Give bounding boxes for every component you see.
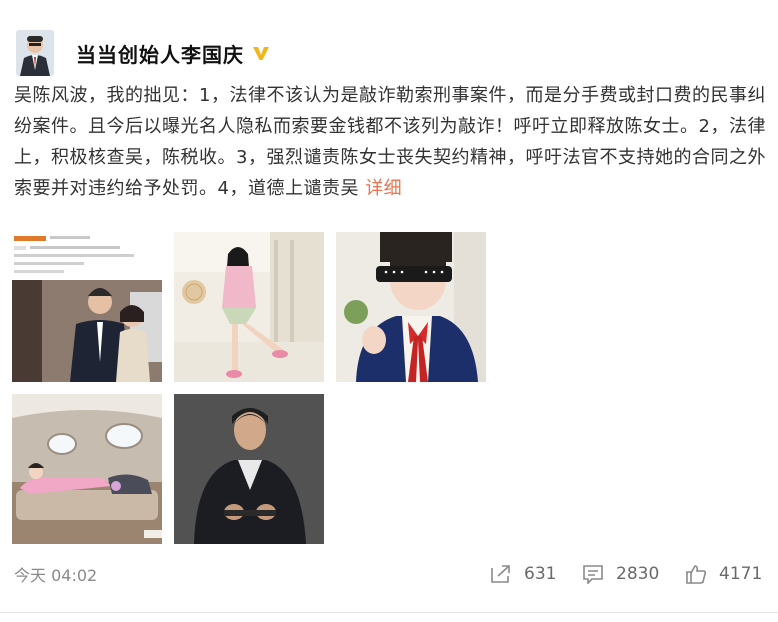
post-footer: 今天 04:02 631 2830 4171 <box>0 558 778 598</box>
post-text: 吴陈风波，我的拙见：1，法律不该认为是敲诈勒索刑事案件，而是分手费或封口费的民事… <box>14 80 769 204</box>
author-avatar[interactable] <box>16 30 54 76</box>
image-screenshot-couple[interactable] <box>12 232 162 382</box>
comment-button[interactable]: 2830 <box>582 564 659 584</box>
forward-count: 631 <box>524 564 557 584</box>
more-link[interactable]: 详细 <box>365 178 402 199</box>
image-jet-interior[interactable] <box>12 394 162 544</box>
forward-button[interactable]: 631 <box>490 564 556 584</box>
like-button[interactable]: 4171 <box>685 564 762 584</box>
post-timestamp[interactable]: 今天 04:02 <box>14 562 97 586</box>
thumbs-up-icon <box>686 565 707 584</box>
like-count: 4171 <box>719 564 763 584</box>
image-man-portrait[interactable] <box>174 394 324 544</box>
post-header: 当当创始人李国庆 <box>16 30 270 76</box>
verified-badge-icon <box>253 47 269 60</box>
comment-icon <box>583 565 603 584</box>
image-woman-garden[interactable] <box>174 232 324 382</box>
bottom-divider <box>0 612 778 613</box>
author-name[interactable]: 当当创始人李国庆 <box>76 39 244 68</box>
forward-icon <box>491 565 510 583</box>
comment-count: 2830 <box>616 564 660 584</box>
image-woman-sunglasses[interactable] <box>336 232 486 382</box>
